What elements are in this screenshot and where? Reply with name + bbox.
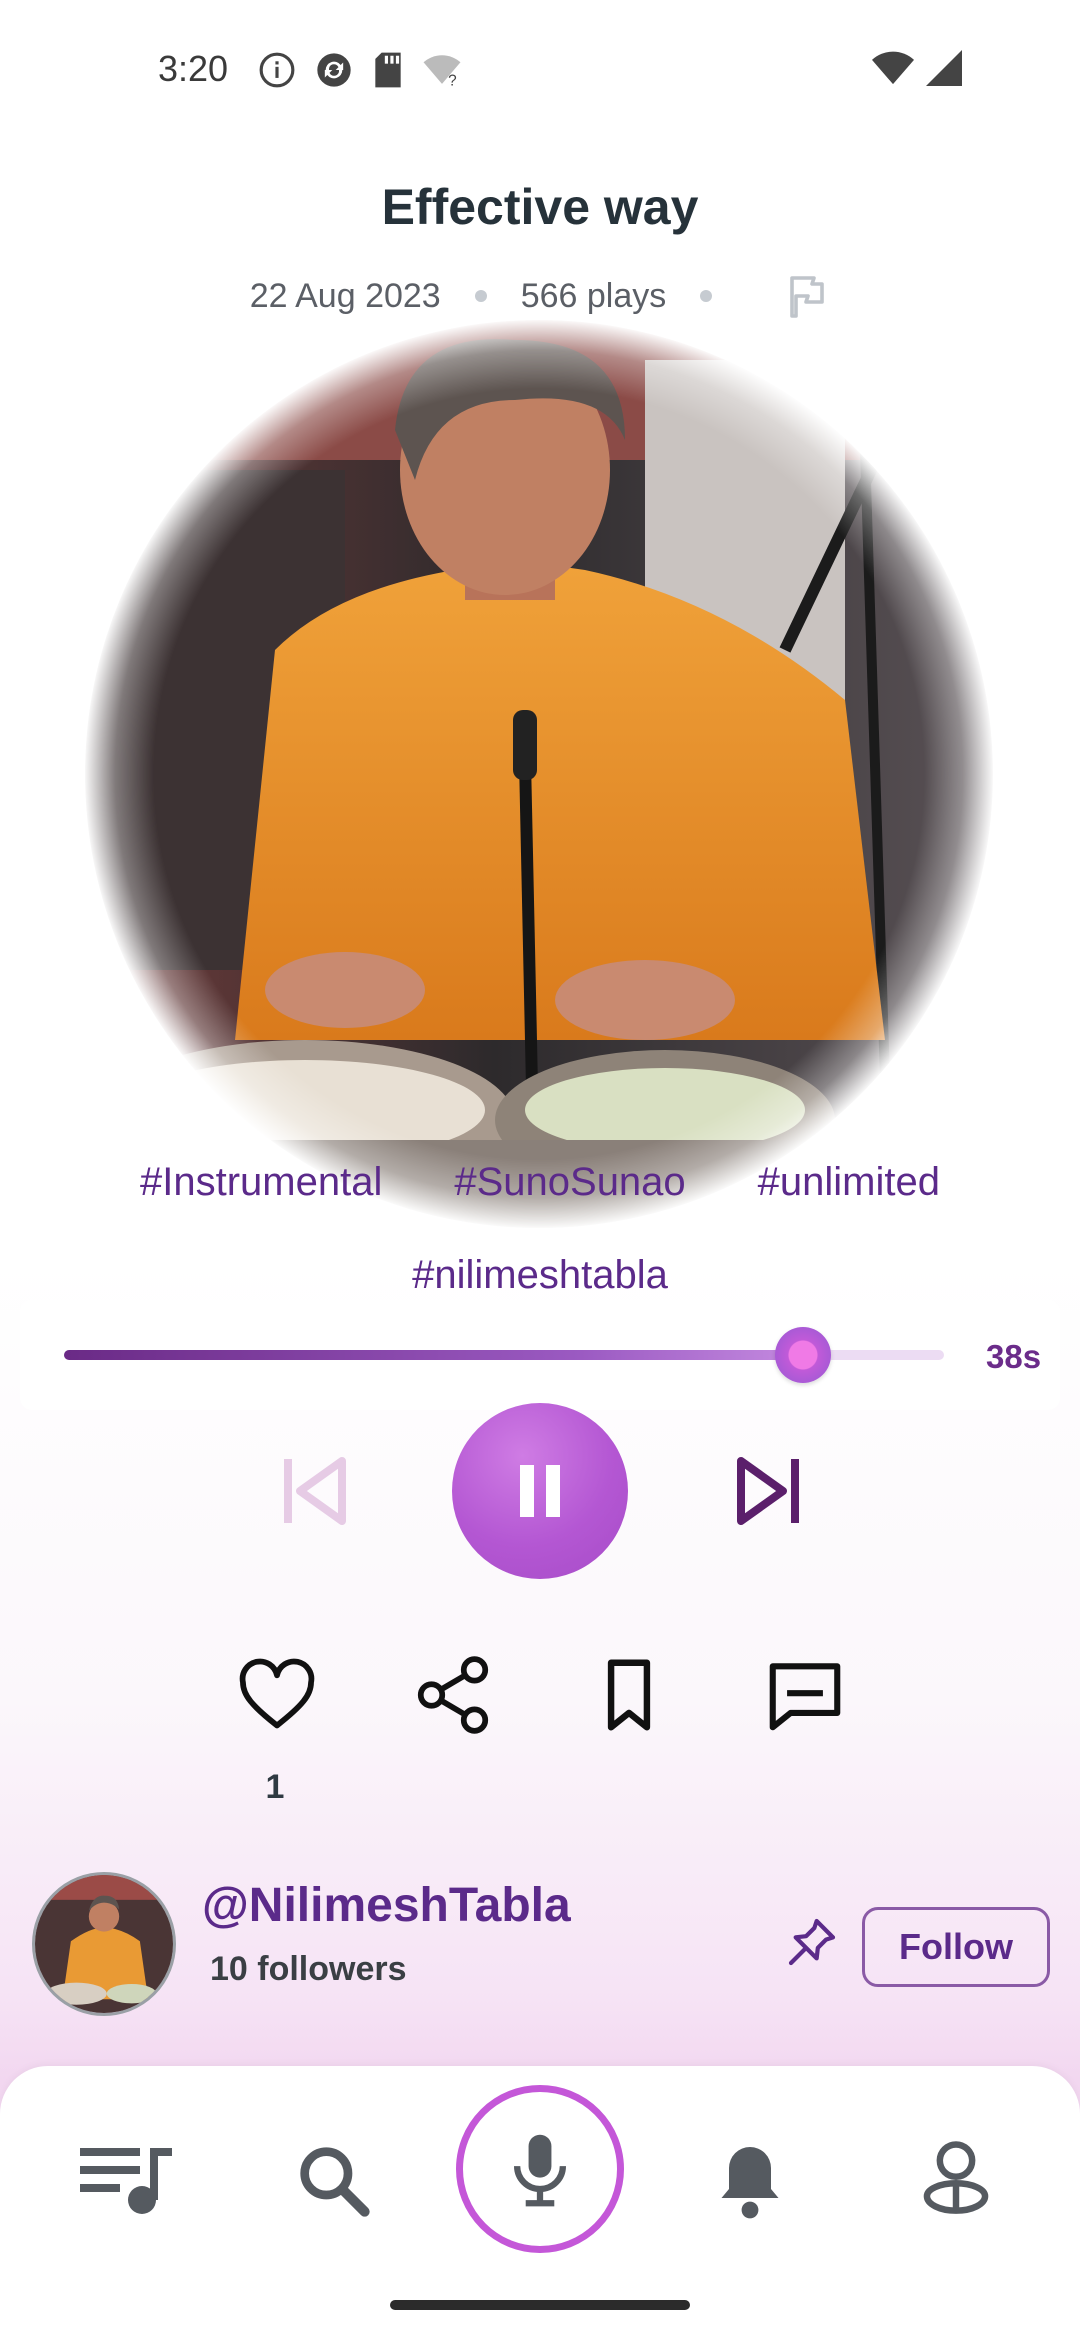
status-time: 3:20 <box>158 48 229 89</box>
signal-icon <box>926 50 962 86</box>
tag-sunosunao[interactable]: #SunoSunao <box>454 1140 685 1224</box>
seek-bar-progress <box>64 1350 804 1360</box>
bell-icon <box>721 2147 779 2219</box>
track-plays: 566 plays <box>520 276 667 315</box>
artist-avatar[interactable] <box>32 1872 176 2016</box>
seek-bar-thumb[interactable] <box>775 1327 832 1383</box>
flag-icon[interactable] <box>782 272 830 320</box>
tag-list: #Instrumental #SunoSunao #unlimited #nilim… <box>70 1140 1010 1326</box>
follower-count: 10 followers <box>210 1950 407 1988</box>
playlist-icon <box>80 2148 172 2214</box>
artist-handle[interactable]: @NilimeshTabla <box>202 1878 571 1933</box>
next-track-icon[interactable] <box>735 1455 803 1527</box>
svg-text:?: ? <box>448 72 457 88</box>
status-icons-right <box>872 50 962 86</box>
pause-button[interactable] <box>452 1403 628 1579</box>
profile-icon <box>923 2141 989 2214</box>
previous-track-icon[interactable] <box>280 1455 348 1527</box>
separator-dot <box>700 290 713 302</box>
like-icon[interactable] <box>234 1652 320 1738</box>
nav-search[interactable] <box>283 2130 383 2230</box>
sd-card-icon <box>375 52 401 88</box>
separator-dot <box>474 290 487 302</box>
like-count: 1 <box>265 1768 285 1806</box>
tag-unlimited[interactable]: #unlimited <box>758 1140 940 1224</box>
nav-profile[interactable] <box>906 2130 1006 2230</box>
track-title: Effective way <box>381 179 699 235</box>
sync-icon <box>317 53 351 87</box>
share-icon[interactable] <box>410 1652 496 1738</box>
wifi-question-icon: ? <box>423 55 461 88</box>
nav-playlist[interactable] <box>78 2130 178 2230</box>
follow-button[interactable]: Follow <box>862 1907 1050 1987</box>
home-indicator <box>390 2300 690 2310</box>
wifi-icon <box>872 51 914 85</box>
info-icon <box>259 52 295 88</box>
record-button[interactable] <box>456 2085 624 2253</box>
status-icons-left: ? <box>258 50 462 90</box>
tag-instrumental[interactable]: #Instrumental <box>140 1140 382 1224</box>
search-icon <box>300 2147 370 2217</box>
track-artwork <box>85 320 993 1228</box>
comment-icon[interactable] <box>762 1652 848 1738</box>
track-meta: 22 Aug 2023 566 plays <box>0 272 1080 320</box>
bookmark-icon[interactable] <box>586 1652 672 1738</box>
track-date: 22 Aug 2023 <box>249 276 441 315</box>
pin-icon[interactable] <box>784 1914 840 1970</box>
pause-icon <box>520 1465 560 1517</box>
elapsed-time: 38s <box>986 1338 1042 1375</box>
nav-notifications[interactable] <box>700 2130 800 2230</box>
mic-icon <box>514 2134 566 2207</box>
